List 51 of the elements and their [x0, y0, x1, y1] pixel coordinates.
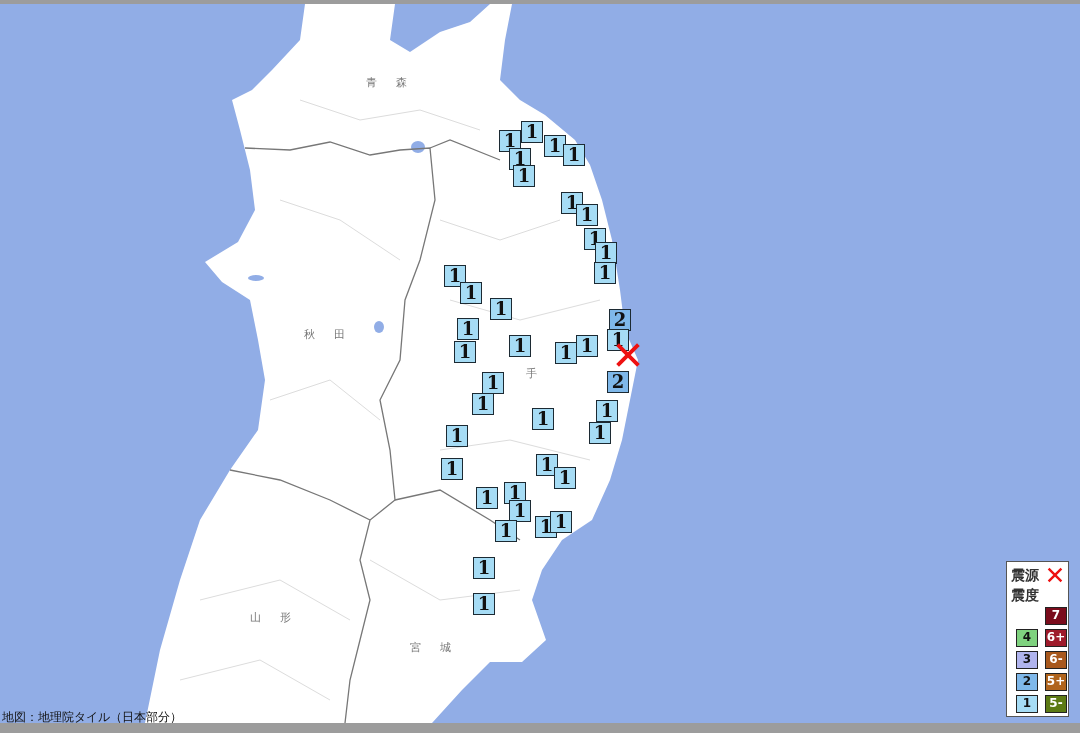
intensity-marker: 1	[472, 393, 494, 415]
intensity-marker: 1	[476, 487, 498, 509]
intensity-marker: 2	[609, 309, 631, 331]
intensity-marker: 1	[550, 511, 572, 533]
intensity-marker: 2	[607, 371, 629, 393]
intensity-marker: 1	[576, 204, 598, 226]
intensity-marker: 1	[521, 121, 543, 143]
intensity-key: 6-	[1045, 651, 1067, 669]
intensity-marker: 1	[441, 458, 463, 480]
intensity-key: 5-	[1045, 695, 1067, 713]
prefecture-label: 秋 田	[304, 327, 346, 343]
intensity-marker: 1	[555, 342, 577, 364]
intensity-marker: 1	[513, 165, 535, 187]
legend-label: 震度	[1011, 586, 1040, 605]
legend-label: 震源	[1011, 566, 1039, 585]
intensity-marker: 1	[460, 282, 482, 304]
intensity-marker: 1	[595, 242, 617, 264]
intensity-marker: 1	[509, 335, 531, 357]
intensity-marker: 1	[454, 341, 476, 363]
intensity-marker: 1	[589, 422, 611, 444]
intensity-marker: 1	[509, 500, 531, 522]
prefecture-label: 青 森	[366, 75, 408, 91]
intensity-marker: 1	[495, 520, 517, 542]
intensity-marker: 1	[576, 335, 598, 357]
intensity-marker: 1	[499, 130, 521, 152]
intensity-key: 5+	[1045, 673, 1067, 691]
prefecture-label: 山 形	[250, 610, 292, 626]
intensity-key: 6+	[1045, 629, 1067, 647]
intensity-key: 1	[1016, 695, 1038, 713]
intensity-marker: 1	[482, 372, 504, 394]
intensity-marker: 1	[563, 144, 585, 166]
epicenter-x-icon	[1047, 567, 1063, 583]
intensity-marker: 1	[532, 408, 554, 430]
intensity-marker: 1	[544, 135, 566, 157]
intensity-marker: 1	[457, 318, 479, 340]
intensity-key: 4	[1016, 629, 1038, 647]
intensity-marker: 1	[490, 298, 512, 320]
intensity-marker: 1	[536, 454, 558, 476]
intensity-marker: 1	[444, 265, 466, 287]
intensity-marker: 1	[473, 593, 495, 615]
intensity-marker: 1	[473, 557, 495, 579]
map-attribution: 地図：地理院タイル（日本部分）	[2, 709, 182, 723]
prefecture-label: 手	[526, 366, 537, 382]
intensity-marker: 1	[594, 262, 616, 284]
prefecture-label: 宮 城	[410, 640, 452, 656]
intensity-marker: 1	[554, 467, 576, 489]
intensity-key: 2	[1016, 673, 1038, 691]
intensity-key: 3	[1016, 651, 1038, 669]
intensity-marker: 1	[596, 400, 618, 422]
intensity-marker: 1	[446, 425, 468, 447]
intensity-key: 7	[1045, 607, 1067, 625]
